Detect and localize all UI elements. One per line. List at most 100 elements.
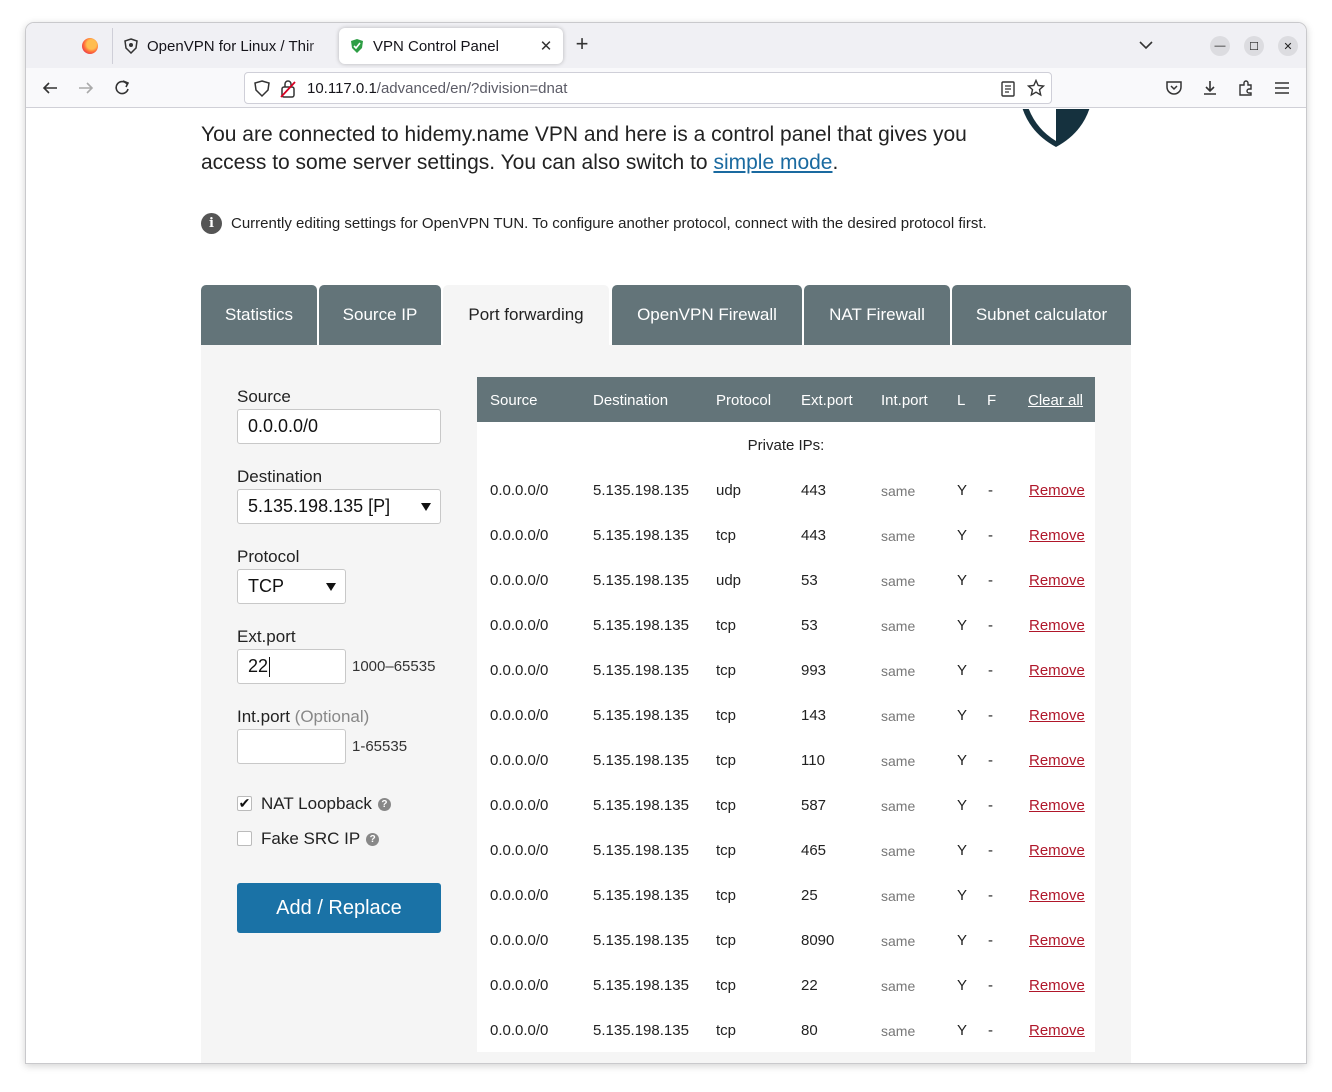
table-row: 0.0.0.0/0 5.135.198.135 tcp 143 same Y - Remove: [477, 707, 1095, 752]
row-source: 0.0.0.0/0: [490, 707, 549, 724]
tab-openvpn-firewall[interactable]: OpenVPN Firewall: [612, 285, 802, 345]
table-header: Source Destination Protocol Ext.port Int…: [477, 377, 1095, 422]
row-ext-port: 53: [801, 617, 818, 634]
new-tab-icon[interactable]: +: [571, 33, 593, 56]
add-replace-button[interactable]: Add / Replace: [237, 883, 441, 933]
browser-window: OpenVPN for Linux / Thir VPN Control Pan…: [25, 22, 1307, 1064]
row-protocol: udp: [716, 572, 742, 589]
remove-link[interactable]: Remove: [1029, 932, 1085, 949]
nat-loopback-checkbox[interactable]: ✔: [237, 796, 252, 811]
ext-port-input[interactable]: 22: [237, 649, 346, 684]
remove-link[interactable]: Remove: [1029, 572, 1085, 589]
destination-select[interactable]: 5.135.198.135 [P]: [237, 489, 441, 524]
ext-port-label: Ext.port: [237, 627, 296, 646]
row-source: 0.0.0.0/0: [490, 842, 549, 859]
simple-mode-link[interactable]: simple mode: [713, 151, 832, 174]
menu-hamburger-icon[interactable]: [1271, 77, 1293, 99]
firefox-view-button[interactable]: [70, 29, 110, 63]
tab-statistics[interactable]: Statistics: [201, 285, 317, 345]
url-path: /advanced/en/?division=dnat: [376, 80, 568, 97]
row-l: Y: [957, 887, 968, 904]
remove-link[interactable]: Remove: [1029, 977, 1085, 994]
tab-nat-firewall[interactable]: NAT Firewall: [804, 285, 950, 345]
row-source: 0.0.0.0/0: [490, 617, 549, 634]
forward-icon[interactable]: [75, 77, 97, 99]
close-window-icon[interactable]: ✕: [1278, 36, 1298, 56]
close-tab-icon[interactable]: ✕: [535, 35, 557, 57]
row-protocol: tcp: [716, 1022, 737, 1039]
back-icon[interactable]: [39, 77, 61, 99]
browser-tab-openvpn[interactable]: OpenVPN for Linux / Thir: [112, 28, 334, 64]
nat-loopback-label[interactable]: NAT Loopback?: [261, 794, 391, 814]
optional-hint: (Optional): [294, 707, 370, 726]
remove-link[interactable]: Remove: [1029, 707, 1085, 724]
remove-link[interactable]: Remove: [1029, 842, 1085, 859]
row-l: Y: [957, 977, 968, 994]
row-destination: 5.135.198.135: [593, 977, 689, 994]
row-f: -: [988, 932, 993, 949]
row-f: -: [988, 617, 993, 634]
row-source: 0.0.0.0/0: [490, 527, 549, 544]
row-f: -: [988, 662, 993, 679]
source-input[interactable]: 0.0.0.0/0: [237, 409, 441, 444]
row-f: -: [988, 797, 993, 814]
row-ext-port: 465: [801, 842, 827, 859]
reader-view-icon[interactable]: [1000, 80, 1016, 103]
fake-src-ip-checkbox[interactable]: [237, 831, 252, 846]
row-protocol: tcp: [716, 527, 737, 544]
protocol-select[interactable]: TCP: [237, 569, 346, 604]
row-protocol: tcp: [716, 977, 737, 994]
help-icon[interactable]: ?: [377, 797, 391, 811]
int-port-label: Int.port (Optional): [237, 707, 369, 727]
remove-link[interactable]: Remove: [1029, 527, 1085, 544]
port-forwarding-panel: Source 0.0.0.0/0 Destination 5.135.198.1…: [201, 345, 1131, 1063]
tab-subnet-calculator[interactable]: Subnet calculator: [952, 285, 1131, 345]
tab-port-forwarding[interactable]: Port forwarding: [443, 285, 609, 345]
list-all-tabs-icon[interactable]: [1136, 35, 1156, 55]
remove-link[interactable]: Remove: [1029, 482, 1085, 499]
row-protocol: tcp: [716, 617, 737, 634]
insecure-lock-icon[interactable]: [279, 79, 297, 104]
row-f: -: [988, 842, 993, 859]
browser-tab-vpn-control-panel[interactable]: VPN Control Panel ✕: [339, 28, 563, 64]
downloads-icon[interactable]: [1199, 77, 1221, 99]
maximize-icon[interactable]: ☐: [1244, 36, 1264, 56]
row-int-port: same: [881, 663, 916, 679]
row-destination: 5.135.198.135: [593, 887, 689, 904]
extensions-icon[interactable]: [1235, 77, 1257, 99]
header-int-port: Int.port: [881, 392, 928, 409]
row-f: -: [988, 1022, 993, 1039]
remove-link[interactable]: Remove: [1029, 887, 1085, 904]
row-int-port: same: [881, 933, 916, 949]
navigation-toolbar: 10.117.0.1/advanced/en/?division=dnat: [26, 68, 1306, 108]
row-l: Y: [957, 662, 968, 679]
row-ext-port: 143: [801, 707, 827, 724]
remove-link[interactable]: Remove: [1029, 1022, 1085, 1039]
row-destination: 5.135.198.135: [593, 932, 689, 949]
row-ext-port: 587: [801, 797, 827, 814]
row-destination: 5.135.198.135: [593, 527, 689, 544]
int-port-label-text: Int.port: [237, 707, 290, 726]
remove-link[interactable]: Remove: [1029, 662, 1085, 679]
int-port-input[interactable]: [237, 729, 346, 764]
pocket-icon[interactable]: [1163, 77, 1185, 99]
row-f: -: [988, 977, 993, 994]
url-bar[interactable]: 10.117.0.1/advanced/en/?division=dnat: [244, 72, 1052, 104]
row-source: 0.0.0.0/0: [490, 797, 549, 814]
info-text: Currently editing settings for OpenVPN T…: [231, 215, 987, 232]
row-destination: 5.135.198.135: [593, 1022, 689, 1039]
bookmark-star-icon[interactable]: [1026, 78, 1046, 102]
tracking-protection-shield-icon[interactable]: [253, 80, 271, 103]
nat-loopback-text: NAT Loopback: [261, 794, 372, 813]
row-f: -: [988, 482, 993, 499]
minimize-icon[interactable]: —: [1210, 36, 1230, 56]
clear-all-link[interactable]: Clear all: [1028, 392, 1083, 409]
remove-link[interactable]: Remove: [1029, 617, 1085, 634]
table-row: 0.0.0.0/0 5.135.198.135 tcp 465 same Y - Remove: [477, 842, 1095, 887]
fake-src-ip-label[interactable]: Fake SRC IP?: [261, 829, 380, 849]
remove-link[interactable]: Remove: [1029, 797, 1085, 814]
remove-link[interactable]: Remove: [1029, 752, 1085, 769]
reload-icon[interactable]: [111, 77, 133, 99]
tab-source-ip[interactable]: Source IP: [319, 285, 441, 345]
help-icon[interactable]: ?: [366, 832, 380, 846]
